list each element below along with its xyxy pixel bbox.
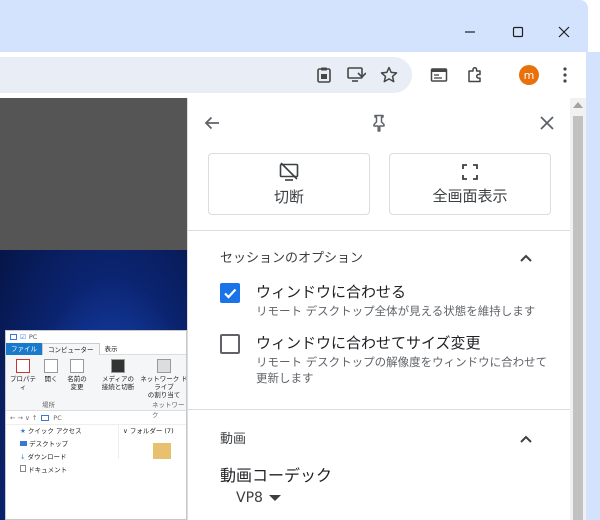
pin-button[interactable]	[365, 109, 393, 137]
nav-item-documents[interactable]: ドキュメント	[20, 464, 116, 477]
chevron-up-icon[interactable]	[518, 431, 534, 447]
fullscreen-label: 全画面表示	[432, 186, 508, 205]
reading-list-button[interactable]	[423, 59, 455, 91]
explorer-tab-file[interactable]: ファイル	[6, 342, 42, 355]
video-codec-select[interactable]: VP8	[236, 490, 281, 506]
explorer-ribbon: プロパティ 開く 名前の 変更 メディアの 接続と切断 ネットワーク ドライブ …	[6, 355, 186, 419]
explorer-address-text: PC	[53, 413, 62, 422]
maximize-icon	[512, 26, 524, 38]
video-section-title: 動画	[220, 432, 247, 447]
pin-icon	[373, 114, 385, 132]
explorer-tab-computer[interactable]: コンピューター	[42, 342, 100, 355]
back-button[interactable]	[198, 109, 226, 137]
rename-icon	[70, 359, 84, 373]
pc-icon	[41, 414, 50, 421]
fit-window-checkbox[interactable]	[220, 283, 240, 303]
bookmark-star-icon	[380, 66, 398, 83]
divider	[188, 230, 571, 231]
extensions-button[interactable]	[459, 59, 491, 91]
close-window-button[interactable]	[546, 14, 582, 50]
properties-icon	[16, 359, 30, 373]
explorer-ribbon-tabs: ファイル コンピューター 表示	[6, 342, 186, 355]
dropdown-caret-icon	[268, 495, 281, 501]
folders-header[interactable]: ∨ フォルダー (7)	[123, 425, 186, 437]
star-icon: ★	[20, 427, 26, 435]
fit-window-description: リモート デスクトップ全体が見える状態を維持します	[256, 304, 536, 318]
panel-scrollbar-thumb[interactable]	[573, 116, 583, 520]
check-icon: ☑	[20, 333, 26, 341]
ribbon-group-network: ネットワーク	[152, 401, 185, 419]
fit-resize-description: リモート デスクトップの解像度をウィンドウに合わせて更新します	[256, 355, 548, 385]
nav-item-downloads[interactable]: ↓ ダウンロード	[20, 451, 116, 464]
disconnect-button[interactable]: 切断	[208, 153, 370, 215]
browser-menu-button[interactable]	[549, 59, 581, 91]
explorer-titlebar: ☑ PC	[6, 331, 186, 343]
network-drive-icon	[157, 359, 171, 373]
fit-resize-checkbox[interactable]	[220, 334, 240, 354]
reading-list-icon	[430, 68, 448, 82]
ribbon-map-drive[interactable]: ネットワーク ドライブ の割り当て	[140, 359, 186, 399]
remote-file-explorer-window: ☑ PC ファイル コンピューター 表示 プロパティ 開く 名前の 変更 メディ…	[5, 330, 187, 520]
download-icon: ↓	[20, 453, 26, 461]
maximize-button[interactable]	[500, 14, 536, 50]
open-icon	[44, 359, 58, 373]
media-icon	[111, 359, 125, 373]
nav-item-desktop[interactable]: デスクトップ	[20, 438, 116, 451]
minimize-icon	[465, 31, 475, 33]
remote-desktop-background	[0, 98, 187, 250]
fit-resize-label: ウィンドウに合わせてサイズ変更	[256, 334, 481, 352]
document-icon	[20, 465, 26, 472]
clipboard-button[interactable]	[308, 59, 340, 91]
close-icon	[540, 116, 554, 130]
minimize-button[interactable]	[452, 14, 488, 50]
explorer-nav-pane: ★ クイック アクセス デスクトップ ↓ ダウンロード ドキュメント	[6, 425, 116, 477]
close-icon	[558, 26, 570, 38]
explorer-title-path: PC	[28, 333, 38, 341]
bookmark-button[interactable]	[373, 59, 405, 91]
explorer-body: ★ クイック アクセス デスクトップ ↓ ダウンロード ドキュメント ∨ フォル…	[6, 425, 186, 519]
ribbon-group-location: 場所	[42, 401, 55, 409]
ribbon-properties[interactable]: プロパティ	[8, 359, 38, 391]
send-to-screen-button[interactable]	[340, 59, 372, 91]
browser-toolbar: m	[0, 52, 588, 98]
arrow-back-icon	[204, 116, 219, 130]
explorer-tab-view[interactable]: 表示	[100, 343, 123, 355]
menu-icon	[563, 67, 567, 83]
close-panel-button[interactable]	[533, 109, 561, 137]
video-codec-label: 動画コーデック	[220, 466, 333, 485]
send-to-screen-icon	[347, 67, 366, 82]
ribbon-media[interactable]: メディアの 接続と切断	[100, 359, 136, 391]
desktop-icon	[20, 441, 27, 446]
ribbon-rename[interactable]: 名前の 変更	[62, 359, 92, 391]
browser-titlebar	[0, 0, 588, 52]
fullscreen-button[interactable]: 全画面表示	[389, 153, 551, 215]
divider	[188, 409, 571, 410]
session-options-title: セッションのオプション	[220, 251, 364, 266]
fit-window-label: ウィンドウに合わせる	[256, 283, 407, 301]
disconnect-label: 切断	[273, 187, 304, 206]
explorer-file-pane: ∨ フォルダー (7)	[118, 425, 186, 459]
scroll-up-arrow-icon[interactable]	[573, 102, 583, 108]
checkmark-icon	[224, 288, 237, 299]
fullscreen-icon	[462, 163, 478, 180]
chevron-up-icon[interactable]	[518, 250, 534, 266]
disconnect-icon	[279, 161, 299, 181]
remote-desktop-view[interactable]: ☑ PC ファイル コンピューター 表示 プロパティ 開く 名前の 変更 メディ…	[0, 98, 187, 520]
extensions-icon	[468, 66, 481, 83]
profile-button[interactable]: m	[513, 59, 545, 91]
nav-item-quick-access[interactable]: ★ クイック アクセス	[20, 425, 116, 438]
nav-arrows-icon: ← → ∨ ↑	[10, 413, 38, 422]
clipboard-icon	[317, 67, 331, 83]
folder-icon[interactable]	[153, 443, 171, 459]
remote-session-side-panel: 切断 全画面表示 セッションのオプション ウィンドウに合わせる リモート デスク…	[187, 98, 571, 520]
window-frame-edge	[586, 52, 600, 520]
avatar: m	[519, 65, 539, 85]
computer-icon	[10, 334, 17, 340]
video-codec-value: VP8	[236, 490, 263, 506]
